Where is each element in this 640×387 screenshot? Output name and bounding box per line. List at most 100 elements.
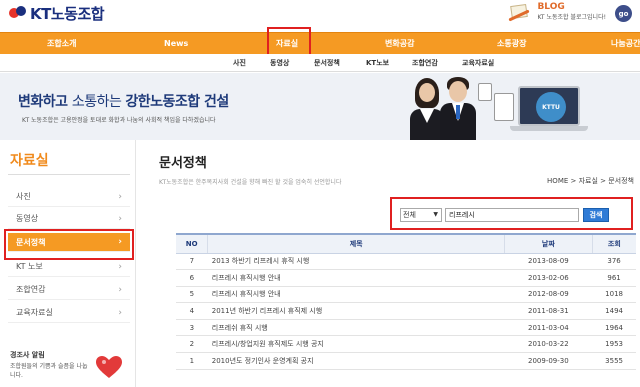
column-header-date: 날짜	[504, 233, 593, 254]
chevron-right-icon: ›	[118, 214, 122, 224]
row-views: 1953	[592, 335, 636, 354]
blog-go-button[interactable]: go	[615, 5, 632, 22]
breadcrumb: HOME > 자료실 > 문서정책	[547, 177, 634, 185]
dropdown-arrow-icon: ▼	[433, 211, 438, 218]
nav-item-community[interactable]: 소통광장	[497, 33, 526, 55]
table-row: 4 2011년 하반기 리프레시 휴직제 시행 2011-08-31 1494	[176, 302, 636, 320]
row-views: 1964	[592, 319, 636, 337]
laptop-icon: KTTU	[518, 86, 580, 126]
row-number: 4	[176, 302, 208, 320]
subnav-photo[interactable]: 사진	[233, 54, 246, 72]
page: KT노동조합 BLOG KT 노동조합 블로그입니다! go 조합소개 News…	[0, 0, 640, 387]
table-row: 7 2013 하반기 리프레시 휴직 시행 2013-08-09 376	[176, 253, 636, 271]
kt-union-logo[interactable]: KT노동조합	[8, 4, 105, 23]
sidebar-item-photo[interactable]: 사진 ›	[8, 187, 130, 207]
row-title-link[interactable]: 리프레시 휴직시행 안내	[207, 269, 505, 287]
notice-title[interactable]: 경조사 알림	[10, 350, 45, 360]
laptop-base	[510, 126, 588, 131]
table-row: 6 리프레시 휴직시행 안내 2013-02-06 961	[176, 269, 636, 287]
blog-title: BLOG	[537, 2, 565, 12]
row-number: 6	[176, 269, 208, 287]
row-date: 2011-08-31	[504, 302, 593, 320]
row-title-link[interactable]: 리프레쉬 휴직 시행	[207, 319, 505, 337]
nav-item-archive[interactable]: 자료실	[276, 33, 298, 55]
chevron-right-icon: ›	[118, 192, 122, 202]
kt-logo-icon	[8, 5, 28, 21]
sidebar-item-newsletter[interactable]: KT 노보 ›	[8, 257, 130, 277]
search-bar: 전체▼ 검색	[400, 207, 609, 223]
blog-notepad-icon	[507, 2, 531, 24]
subnav-education[interactable]: 교육자료실	[462, 54, 494, 72]
row-date: 2013-02-06	[504, 269, 593, 287]
heart-icon	[96, 356, 122, 378]
row-number: 1	[176, 352, 208, 370]
subnav-newsletter[interactable]: KT노보	[366, 54, 389, 72]
subnav-yearbook[interactable]: 조합연감	[412, 54, 438, 72]
row-title-link[interactable]: 2013 하반기 리프레시 휴직 시행	[207, 253, 505, 271]
nav-item-change[interactable]: 변화공감	[385, 33, 414, 55]
sub-navigation: 사진 동영상 문서정책 KT노보 조합연감 교육자료실	[0, 54, 640, 72]
table-row: 5 리프레시 휴직시행 안내 2012-08-09 1018	[176, 286, 636, 304]
nav-item-news[interactable]: News	[164, 33, 188, 55]
row-title-link[interactable]: 2010년도 정기인사 운영계획 공지	[207, 352, 505, 370]
main-navigation: 조합소개 News 자료실 변화공감 소통광장 나눔공간	[0, 32, 640, 54]
row-date: 2009-09-30	[504, 352, 593, 370]
search-button[interactable]: 검색	[583, 208, 609, 222]
sidebar-divider	[8, 174, 130, 175]
page-description: KT노동조합은 한주복지사회 건설을 향해 빠진 할 것을 엄숙히 선언합니다	[159, 179, 342, 186]
chevron-right-icon: ›	[118, 262, 122, 272]
main-content: 문서정책 KT노동조합은 한주복지사회 건설을 향해 빠진 할 것을 엄숙히 선…	[137, 140, 640, 387]
row-views: 961	[592, 269, 636, 287]
phone-icon	[478, 83, 492, 101]
logo-text: KT노동조합	[30, 4, 105, 23]
tablet-icon	[494, 93, 514, 121]
banner-subtitle: KT 노동조합은 고용안정을 토대로 화합과 나눔의 사회적 책임을 다하겠습니…	[22, 117, 216, 124]
row-date: 2010-03-22	[504, 335, 593, 354]
row-views: 1018	[592, 286, 636, 304]
document-table: NO 제목 날짜 조회 7 2013 하반기 리프레시 휴직 시행 2013-0…	[176, 233, 636, 370]
sidebar: 자료실 사진 › 동영상 › 문서정책 › KT 노보 › 조합연감 › 교육자료실 › 경…	[0, 140, 136, 387]
row-date: 2011-03-04	[504, 319, 593, 337]
table-row: 2 리프레시/창업지원 휴직제도 시행 공지 2010-03-22 1953	[176, 335, 636, 354]
column-header-views: 조회	[591, 233, 636, 254]
notice-subtitle: 조합원들의 기쁨과 슬픔을 나눕니다.	[10, 363, 88, 379]
column-header-no: NO	[176, 233, 208, 254]
chevron-right-icon: ›	[118, 285, 122, 295]
row-date: 2012-08-09	[504, 286, 593, 304]
page-title: 문서정책	[159, 156, 207, 171]
site-header: KT노동조합 BLOG KT 노동조합 블로그입니다! go	[0, 0, 640, 32]
sidebar-item-video[interactable]: 동영상 ›	[8, 209, 130, 229]
nav-item-about[interactable]: 조합소개	[47, 33, 76, 55]
row-views: 3555	[592, 352, 636, 370]
subnav-video[interactable]: 동영상	[270, 54, 289, 72]
search-scope-select[interactable]: 전체 ▼	[400, 208, 442, 222]
row-number: 3	[176, 319, 208, 337]
row-title-link[interactable]: 리프레시/창업지원 휴직제도 시행 공지	[207, 335, 505, 354]
table-row: 1 2010년도 정기인사 운영계획 공지 2009-09-30 3555	[176, 352, 636, 370]
row-number: 7	[176, 253, 208, 271]
row-title-link[interactable]: 2011년 하반기 리프레시 휴직제 시행	[207, 302, 505, 320]
sidebar-title: 자료실	[10, 153, 49, 169]
table-row: 3 리프레쉬 휴직 시행 2011-03-04 1964	[176, 319, 636, 337]
column-header-title: 제목	[207, 233, 505, 254]
nav-item-sharing[interactable]: 나눔공간	[611, 33, 640, 55]
subnav-documents[interactable]: 문서정책	[314, 54, 340, 72]
row-views: 1494	[592, 302, 636, 320]
chevron-right-icon: ›	[118, 237, 122, 247]
chevron-right-icon: ›	[118, 308, 122, 318]
row-views: 376	[592, 253, 636, 271]
hero-banner: 변화하고 소통하는 강한노동조합 건설 KT 노동조합은 고용안정을 토대로 화…	[0, 73, 640, 140]
banner-title: 변화하고 소통하는 강한노동조합 건설	[18, 94, 229, 110]
sidebar-item-yearbook[interactable]: 조합연감 ›	[8, 280, 130, 300]
search-input[interactable]	[445, 208, 579, 222]
blog-subtitle: KT 노동조합 블로그입니다!	[537, 14, 606, 21]
row-number: 2	[176, 335, 208, 354]
sidebar-item-documents[interactable]: 문서정책 ›	[8, 233, 130, 252]
row-date: 2013-08-09	[504, 253, 593, 271]
kttu-badge: KTTU	[536, 92, 566, 122]
row-title-link[interactable]: 리프레시 휴직시행 안내	[207, 286, 505, 304]
blog-link[interactable]: BLOG KT 노동조합 블로그입니다!	[507, 2, 606, 24]
sidebar-item-education[interactable]: 교육자료실 ›	[8, 303, 130, 323]
table-header-row: NO 제목 날짜 조회	[176, 233, 636, 254]
row-number: 5	[176, 286, 208, 304]
